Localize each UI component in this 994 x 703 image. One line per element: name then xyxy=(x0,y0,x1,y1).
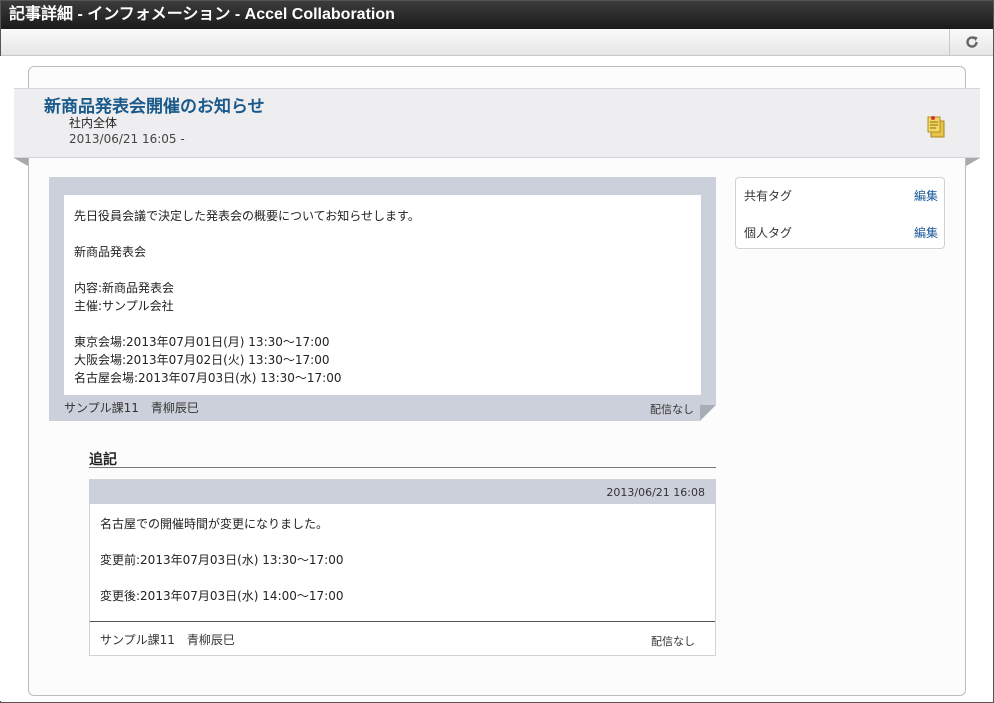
personal-tag-edit-link[interactable]: 編集 xyxy=(914,224,938,241)
personal-tag-label: 個人タグ xyxy=(744,226,793,240)
body-line: 内容:新商品発表会 xyxy=(74,281,175,295)
body-line: 名古屋会場:2013年07月03日(水) 13:30～17:00 xyxy=(74,371,342,385)
addendum-header-bar: 2013/06/21 16:08 xyxy=(90,480,715,504)
body-line: 主催:サンプル会社 xyxy=(74,299,174,313)
addendum-line: 変更前:2013年07月03日(水) 13:30～17:00 xyxy=(100,553,344,567)
addendum-date: 2013/06/21 16:08 xyxy=(606,486,705,499)
addendum-line xyxy=(100,533,343,551)
reload-icon xyxy=(965,36,978,48)
header-fold-left xyxy=(14,158,28,166)
article-author: サンプル課11 青柳辰巳 xyxy=(64,401,199,415)
memo-icon[interactable] xyxy=(926,115,946,139)
body-line: 新商品発表会 xyxy=(74,245,147,259)
article-delivery-status: 配信なし xyxy=(650,403,694,416)
body-line xyxy=(74,261,691,279)
article-body: 先日役員会議で決定した発表会の概要についてお知らせします。 新商品発表会 内容:… xyxy=(64,195,701,395)
shared-tag-edit-link[interactable]: 編集 xyxy=(914,187,938,204)
tag-panel: 共有タグ 編集 個人タグ 編集 xyxy=(735,177,945,249)
shared-tag-row: 共有タグ 編集 xyxy=(744,187,938,204)
addendum-entry: 2013/06/21 16:08 名古屋での開催時間が変更になりました。 変更前… xyxy=(89,479,716,656)
addendum-line: 名古屋での開催時間が変更になりました。 xyxy=(100,517,329,531)
addendum-heading: 追記 xyxy=(89,449,716,468)
body-line: 先日役員会議で決定した発表会の概要についてお知らせします。 xyxy=(74,209,420,223)
body-line xyxy=(74,315,691,333)
toolbar xyxy=(1,29,993,56)
addendum-line xyxy=(100,569,343,587)
body-frame-fold-cut xyxy=(700,405,716,421)
window-title: 記事詳細 - インフォメーション - Accel Collaboration xyxy=(1,1,993,29)
body-line: 東京会場:2013年07月01日(月) 13:30～17:00 xyxy=(74,335,330,349)
header-fold-right xyxy=(966,158,980,166)
addendum-author: サンプル課11 青柳辰巳 xyxy=(100,633,235,647)
addendum-line: 変更後:2013年07月03日(水) 14:00～17:00 xyxy=(100,589,344,603)
addendum-delivery-status: 配信なし xyxy=(651,635,695,648)
article-category: 社内全体 xyxy=(69,116,118,130)
body-line xyxy=(74,225,691,243)
reload-button[interactable] xyxy=(949,29,993,55)
addendum-divider xyxy=(90,621,715,622)
personal-tag-row: 個人タグ 編集 xyxy=(744,224,938,241)
article-date: 2013/06/21 16:05 - xyxy=(69,132,185,146)
addendum-body: 名古屋での開催時間が変更になりました。 変更前:2013年07月03日(水) 1… xyxy=(100,515,343,605)
body-line: 大阪会場:2013年07月02日(火) 13:30～17:00 xyxy=(74,353,330,367)
shared-tag-label: 共有タグ xyxy=(744,189,793,203)
